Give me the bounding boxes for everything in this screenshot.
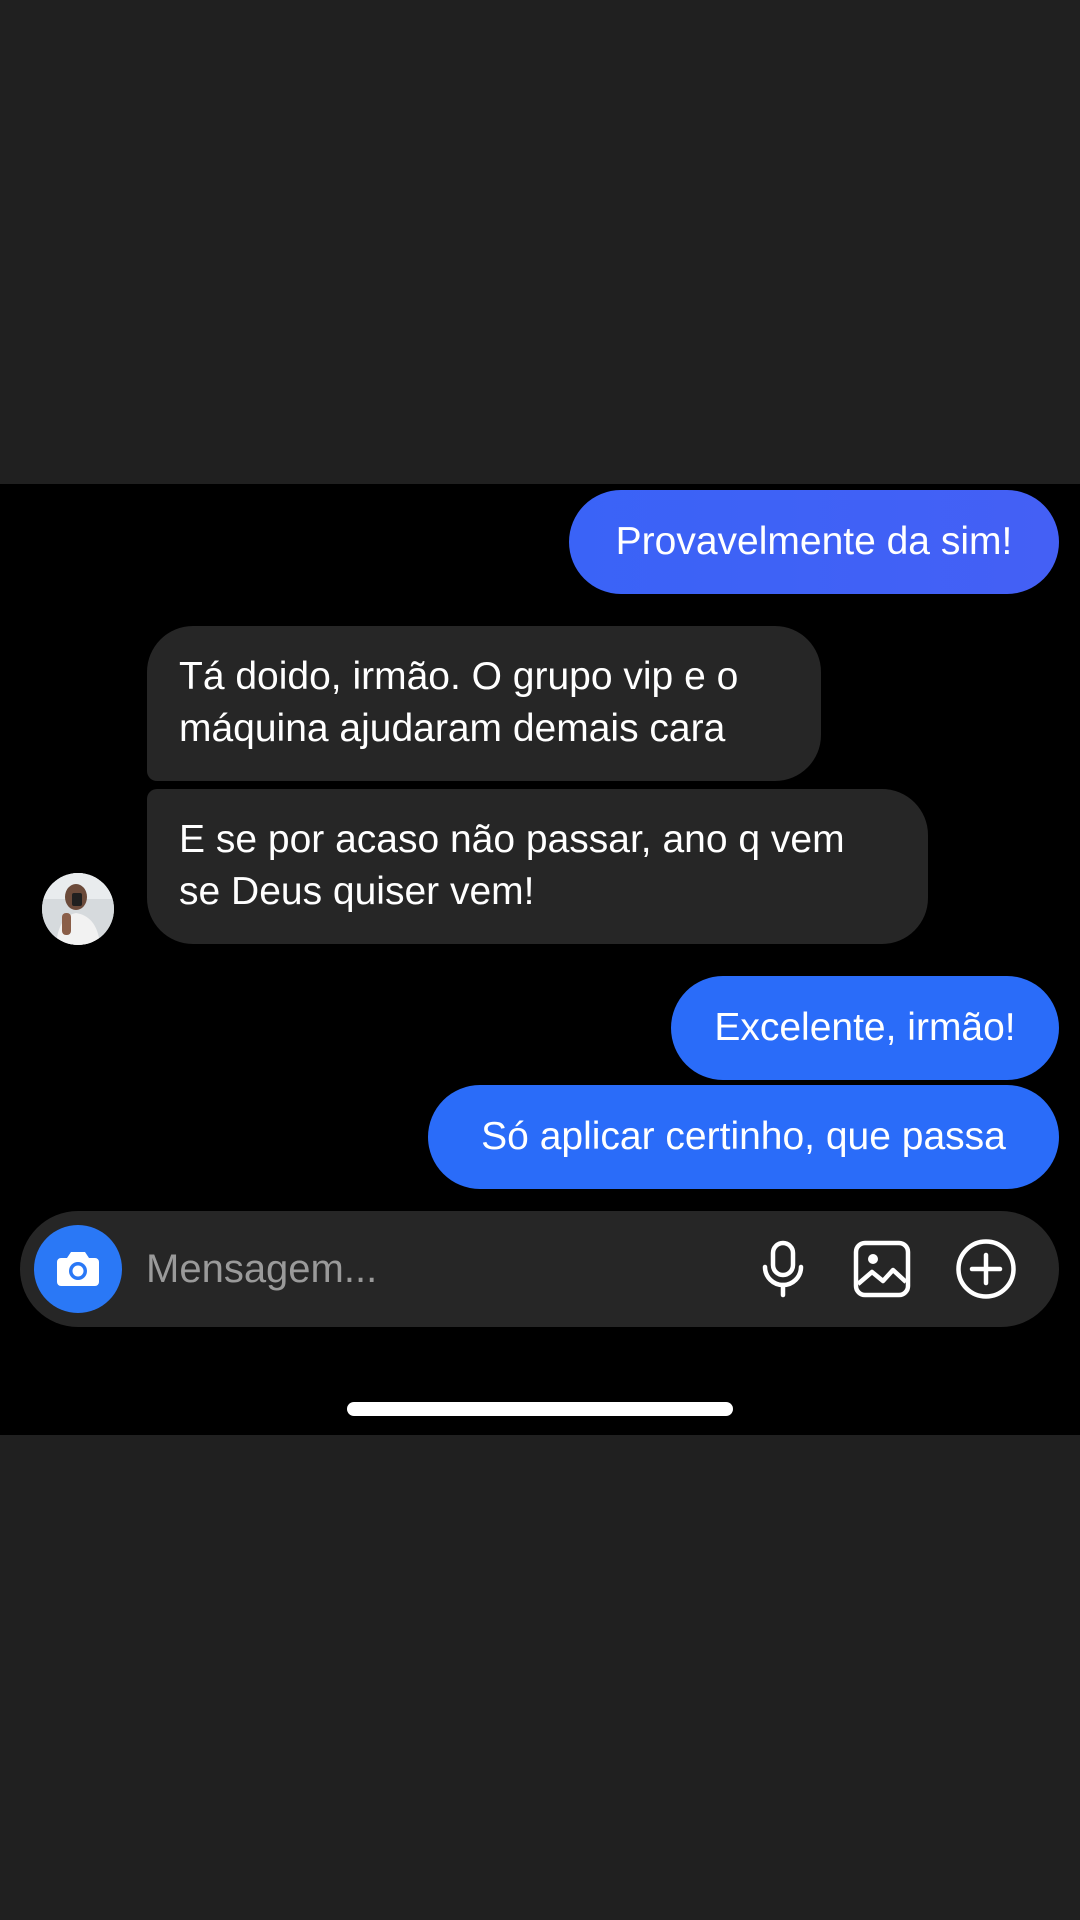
message-text-line: E se por acaso não passar, ano q vem [179,818,845,861]
message-text: Só aplicar certinho, que passa [481,1115,1006,1158]
outgoing-message-bubble[interactable]: Excelente, irmão! [671,976,1059,1080]
microphone-icon [762,1240,804,1298]
message-text: Excelente, irmão! [714,1006,1016,1049]
plus-circle-icon [956,1239,1016,1299]
bottom-frame-band [0,1435,1080,1920]
incoming-message-bubble[interactable]: Tá doido, irmão. O grupo vip e o máquina… [147,626,821,781]
top-frame-band [0,0,1080,484]
message-text-line: se Deus quiser vem! [179,870,535,913]
camera-icon [57,1252,99,1286]
message-text-line: máquina ajudaram demais cara [179,707,726,750]
message-text-line: Tá doido, irmão. O grupo vip e o [179,655,739,698]
sender-avatar[interactable] [42,873,114,945]
gallery-button[interactable] [850,1237,914,1301]
outgoing-message-bubble[interactable]: Só aplicar certinho, que passa [428,1085,1059,1189]
microphone-button[interactable] [751,1237,815,1301]
message-composer [20,1211,1059,1327]
home-indicator[interactable] [347,1402,733,1416]
message-input[interactable] [146,1239,586,1299]
message-text: Provavelmente da sim! [615,520,1013,563]
camera-button[interactable] [34,1225,122,1313]
incoming-message-bubble[interactable]: E se por acaso não passar, ano q vem se … [147,789,928,944]
chat-screen: Provavelmente da sim! Tá doido, irmão. O… [0,484,1080,1435]
avatar-photo [42,873,114,945]
add-button[interactable] [954,1237,1018,1301]
image-gallery-icon [853,1240,911,1298]
outgoing-message-bubble[interactable]: Provavelmente da sim! [569,490,1059,594]
